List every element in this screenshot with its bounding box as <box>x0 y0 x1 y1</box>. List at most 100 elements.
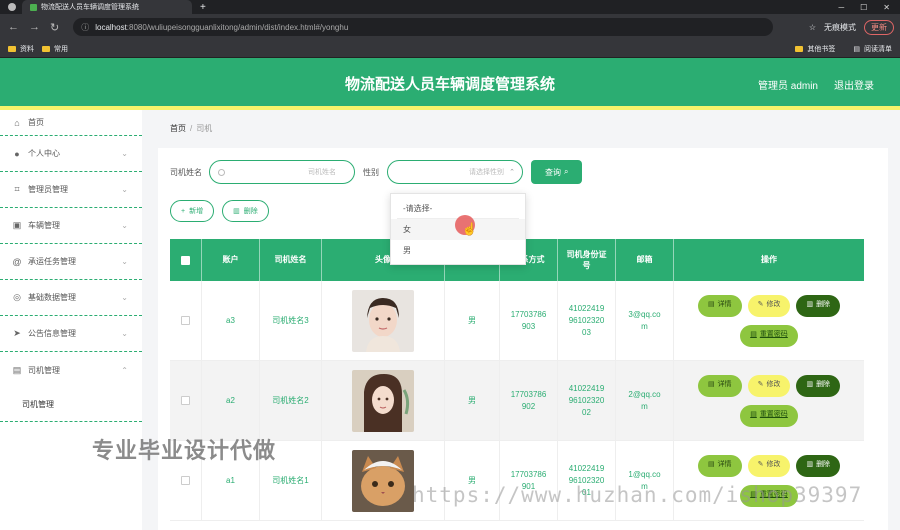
select-all-checkbox[interactable] <box>181 255 190 265</box>
cell-id-number: 41022419 96102320 02 <box>558 361 616 440</box>
reading-list[interactable]: ▤ 阅读清单 <box>853 44 892 54</box>
drivers-table: 账户 司机姓名 头像 性别 联系方式 司机身份证号 邮箱 操作 a3 司机姓名3 <box>170 239 864 521</box>
detail-button[interactable]: ▤ 详情 <box>697 294 742 317</box>
breadcrumb-current: 司机 <box>196 124 213 133</box>
close-window-icon[interactable]: ✕ <box>883 3 890 12</box>
edit-icon: ✎ <box>757 461 764 469</box>
reset-password-button[interactable]: ▤ 重置密码 <box>740 404 798 427</box>
cell-name: 司机姓名2 <box>260 361 322 440</box>
gender-select[interactable]: 请选择性别 ⌃ <box>387 160 523 184</box>
detail-button[interactable]: ▤ 详情 <box>697 374 742 397</box>
reset-icon: ▤ <box>750 331 757 339</box>
col-actions: 操作 <box>761 255 777 265</box>
sidebar-item-profile[interactable]: ● 个人中心 ⌄ <box>0 136 142 172</box>
breadcrumb-separator: / <box>190 124 193 133</box>
new-tab-icon[interactable]: + <box>200 2 206 13</box>
trash-icon: ▥ <box>233 208 240 215</box>
edit-button[interactable]: ✎ 修改 <box>747 454 791 477</box>
cell-email: 1@qq.co m <box>616 441 674 520</box>
sidebar-subitem-drivers[interactable]: 司机管理 <box>0 388 142 422</box>
plus-icon: + <box>181 207 186 215</box>
table-row: a3 司机姓名3 男 17703786 903 41022419 96102320 0… <box>170 281 864 361</box>
browser-tab[interactable]: 物流配送人员车辆调度管理系统 <box>22 0 192 14</box>
app-header: 物流配送人员车辆调度管理系统 管理员 admin 退出登录 <box>0 58 900 106</box>
sidebar-item-tasks[interactable]: @ 承运任务管理 ⌄ <box>0 244 142 280</box>
user-icon: ● <box>14 148 20 159</box>
at-icon: @ <box>12 256 22 267</box>
trash-icon: ▥ <box>806 301 814 309</box>
gender-label: 性别 <box>363 167 379 177</box>
cell-name: 司机姓名3 <box>260 281 322 360</box>
delete-button[interactable]: ▥ 删除 <box>222 200 269 222</box>
browser-menu-icon[interactable] <box>8 3 16 11</box>
sidebar-item-notices[interactable]: ➤ 公告信息管理 ⌄ <box>0 316 142 352</box>
cell-email: 3@qq.co m <box>616 281 674 360</box>
nav-buttons: ← → ↻ <box>8 21 59 34</box>
sidebar-item-home[interactable]: ⌂ 首页 <box>0 110 142 136</box>
cell-account: a3 <box>202 281 260 360</box>
minimize-icon[interactable]: ─ <box>838 3 844 12</box>
reading-list-icon: ▤ <box>853 45 860 53</box>
bookmarks-bar: 资料 常用 其他书签 ▤ 阅读清单 <box>0 40 900 58</box>
detail-icon: ▤ <box>707 461 715 469</box>
action-bar: + 新增 ▥ 删除 <box>170 200 269 222</box>
detail-icon: ▤ <box>707 381 715 389</box>
edit-button[interactable]: ✎ 修改 <box>747 374 791 397</box>
bookmarks-right: 其他书签 ▤ 阅读清单 <box>787 44 900 54</box>
sidebar-item-basedata[interactable]: ◎ 基础数据管理 ⌄ <box>0 280 142 316</box>
reload-icon[interactable]: ↻ <box>50 21 59 34</box>
window-controls: ─ ☐ ✕ <box>838 3 900 12</box>
search-icon: ⌕ <box>564 167 569 176</box>
maximize-icon[interactable]: ☐ <box>860 3 867 12</box>
cell-id-number: 41022419 96102320 03 <box>558 281 616 360</box>
select-all-cell <box>170 239 202 281</box>
add-button[interactable]: + 新增 <box>170 200 215 222</box>
bookmark-folder[interactable]: 常用 <box>42 44 68 54</box>
back-icon[interactable]: ← <box>8 21 19 34</box>
driver-name-input[interactable]: 司机姓名 <box>209 160 355 184</box>
other-bookmarks[interactable]: 其他书签 <box>795 44 835 54</box>
trash-icon: ▥ <box>806 461 814 469</box>
reset-password-button[interactable]: ▤ 重置密码 <box>740 324 798 347</box>
star-icon[interactable]: ☆ <box>809 23 816 32</box>
tab-favicon-icon <box>30 3 37 11</box>
row-delete-button[interactable]: ▥ 删除 <box>796 454 841 477</box>
breadcrumb: 首页 / 司机 <box>170 123 212 134</box>
row-checkbox[interactable] <box>181 316 190 325</box>
breadcrumb-home[interactable]: 首页 <box>170 124 186 133</box>
update-button[interactable]: 更新 <box>864 19 894 35</box>
forward-icon[interactable]: → <box>29 21 40 34</box>
row-checkbox[interactable] <box>181 476 190 485</box>
sidebar-item-drivers[interactable]: ▤ 司机管理 ⌃ <box>0 352 142 388</box>
url-path: :8080/wuliupeisongguanlixitong/admin/dis… <box>126 22 349 32</box>
car-icon: ▣ <box>12 220 22 230</box>
col-name: 司机姓名 <box>260 239 322 281</box>
dropdown-option-placeholder[interactable]: -请选择- <box>397 198 519 219</box>
url-field[interactable]: ⓘ localhost :8080/wuliupeisongguanlixito… <box>73 18 774 36</box>
driver-name-placeholder: 司机姓名 <box>308 169 336 176</box>
cell-phone: 17703786 902 <box>500 361 558 440</box>
sidebar-item-vehicles[interactable]: ▣ 车辆管理 ⌄ <box>0 208 142 244</box>
cell-account: a2 <box>202 361 260 440</box>
doc-icon: ▤ <box>12 364 22 375</box>
address-bar-right: ☆ 无痕模式 更新 <box>809 19 900 35</box>
detail-button[interactable]: ▤ 详情 <box>697 454 742 477</box>
dropdown-option-male[interactable]: 男 <box>391 240 525 261</box>
tab-title: 物流配送人员车辆调度管理系统 <box>41 4 139 11</box>
sidebar-item-admins[interactable]: ⌗ 管理员管理 ⌄ <box>0 172 142 208</box>
row-checkbox[interactable] <box>181 396 190 405</box>
edit-button[interactable]: ✎ 修改 <box>747 294 791 317</box>
incognito-label[interactable]: 无痕模式 <box>824 22 856 33</box>
row-delete-button[interactable]: ▥ 删除 <box>796 374 841 397</box>
query-button[interactable]: 查询 ⌕ <box>531 160 583 184</box>
edit-icon: ✎ <box>757 301 764 309</box>
table-row: a2 司机姓名2 男 17703786 902 41022419 96102320 0… <box>170 361 864 441</box>
logout-link[interactable]: 退出登录 <box>834 77 874 92</box>
gender-placeholder: 请选择性别 <box>469 169 504 176</box>
cell-gender: 男 <box>445 281 500 360</box>
chevron-down-icon: ⌄ <box>121 329 128 338</box>
row-delete-button[interactable]: ▥ 删除 <box>796 294 841 317</box>
browser-tab-bar: 物流配送人员车辆调度管理系统 + ─ ☐ ✕ <box>0 0 900 14</box>
bookmark-folder[interactable]: 资料 <box>8 44 34 54</box>
home-icon: ⌂ <box>14 117 20 128</box>
